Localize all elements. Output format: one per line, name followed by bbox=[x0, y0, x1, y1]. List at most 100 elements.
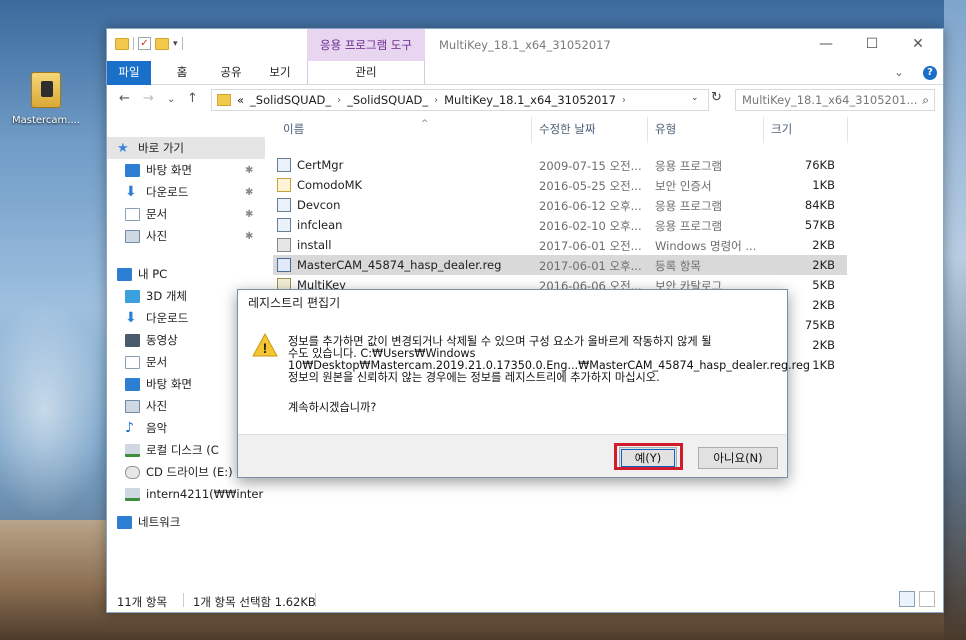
properties-icon[interactable]: ✓ bbox=[138, 37, 151, 50]
column-divider[interactable] bbox=[847, 117, 848, 143]
pin-icon[interactable]: ✱ bbox=[245, 209, 253, 220]
file-date: 2016-02-10 오후... bbox=[539, 219, 642, 233]
breadcrumb-item[interactable]: _SolidSQUAD_ bbox=[250, 93, 331, 107]
context-tab-app-tools[interactable]: 응용 프로그램 도구 bbox=[307, 29, 425, 61]
nav-item-label: 바탕 화면 bbox=[146, 377, 192, 391]
nav-item-label: 문서 bbox=[146, 207, 168, 221]
details-view-icon[interactable] bbox=[899, 591, 915, 607]
breadcrumb-separator[interactable]: › bbox=[337, 95, 341, 106]
tab-home[interactable]: 홈 bbox=[167, 61, 197, 85]
search-input[interactable]: MultiKey_18.1_x64_3105201... ⌕ bbox=[735, 89, 935, 111]
file-row-selected[interactable]: MasterCAM_45874_hasp_dealer.reg 2017-06-… bbox=[273, 255, 847, 275]
nav-item-label: 바로 가기 bbox=[138, 141, 184, 155]
breadcrumb-item[interactable]: MultiKey_18.1_x64_31052017 bbox=[444, 93, 616, 107]
tab-view[interactable]: 보기 bbox=[263, 61, 297, 85]
tab-share[interactable]: 공유 bbox=[211, 61, 251, 85]
dialog-footer: 예(Y) 아니요(N) bbox=[238, 434, 787, 477]
breadcrumb-separator[interactable]: › bbox=[434, 95, 438, 106]
forward-icon[interactable]: → bbox=[143, 91, 154, 106]
column-divider[interactable] bbox=[647, 117, 648, 143]
divider bbox=[133, 37, 134, 50]
divider bbox=[315, 593, 316, 607]
help-icon[interactable]: ? bbox=[923, 66, 937, 80]
document-icon bbox=[125, 355, 140, 369]
app-icon bbox=[277, 158, 291, 172]
selection-info: 1개 항목 선택함 1.62KB bbox=[193, 595, 316, 609]
nav-item-label: 네트워크 bbox=[138, 515, 181, 529]
file-row[interactable]: Devcon 2016-06-12 오후... 응용 프로그램 84KB bbox=[273, 195, 847, 215]
address-bar[interactable]: « _SolidSQUAD_ › _SolidSQUAD_ › MultiKey… bbox=[211, 89, 709, 111]
customize-toolbar-icon[interactable]: ▾ bbox=[173, 39, 178, 49]
desktop-background bbox=[0, 300, 110, 520]
large-icons-view-icon[interactable] bbox=[919, 591, 935, 607]
pin-icon[interactable]: ✱ bbox=[245, 231, 253, 242]
video-icon bbox=[125, 333, 140, 347]
breadcrumb-overflow[interactable]: « bbox=[237, 93, 244, 107]
column-header-date[interactable]: 수정한 날짜 bbox=[539, 121, 596, 137]
maximize-button[interactable]: ☐ bbox=[849, 29, 895, 61]
pin-icon[interactable]: ✱ bbox=[245, 187, 253, 198]
file-row[interactable]: infclean 2016-02-10 오후... 응용 프로그램 57KB bbox=[273, 215, 847, 235]
cube-icon bbox=[125, 289, 140, 303]
up-icon[interactable]: ↑ bbox=[187, 91, 198, 106]
registry-icon bbox=[277, 258, 291, 272]
pc-icon bbox=[117, 267, 132, 281]
file-row[interactable]: ComodoMK 2016-05-25 오전... 보안 인증서 1KB bbox=[273, 175, 847, 195]
minimize-button[interactable]: — bbox=[803, 29, 849, 61]
pictures-icon bbox=[125, 399, 140, 413]
desktop-edge bbox=[944, 0, 966, 640]
search-placeholder: MultiKey_18.1_x64_3105201... bbox=[742, 93, 918, 107]
file-name: MasterCAM_45874_hasp_dealer.reg bbox=[297, 258, 502, 272]
desktop-icon-mastercam[interactable]: Mastercam.... bbox=[6, 72, 86, 138]
nav-network[interactable]: 네트워크 bbox=[107, 511, 265, 533]
ribbon-tabs: 파일 홈 공유 보기 관리 ⌄ ? bbox=[107, 61, 943, 85]
tab-file[interactable]: 파일 bbox=[107, 61, 151, 85]
file-row[interactable]: CertMgr 2009-07-15 오전... 응용 프로그램 76KB bbox=[273, 155, 847, 175]
pin-icon[interactable]: ✱ bbox=[245, 165, 253, 176]
breadcrumb-separator[interactable]: › bbox=[622, 95, 626, 106]
nav-item-label: 3D 개체 bbox=[146, 289, 187, 303]
breadcrumb-item[interactable]: _SolidSQUAD_ bbox=[347, 93, 428, 107]
tab-manage[interactable]: 관리 bbox=[308, 61, 424, 85]
file-size: 76KB bbox=[804, 158, 835, 172]
file-row[interactable]: install 2017-06-01 오전... Windows 명령어 ...… bbox=[273, 235, 847, 255]
file-size: 84KB bbox=[804, 198, 835, 212]
column-header-size[interactable]: 크기 bbox=[771, 121, 792, 137]
file-name: install bbox=[297, 238, 332, 252]
refresh-icon[interactable]: ↻ bbox=[711, 90, 722, 105]
file-type: 응용 프로그램 bbox=[655, 199, 723, 213]
column-divider[interactable] bbox=[531, 117, 532, 143]
file-name: infclean bbox=[297, 218, 343, 232]
column-header-type[interactable]: 유형 bbox=[655, 121, 676, 137]
nav-downloads[interactable]: ⬇ 다운로드 ✱ bbox=[107, 181, 265, 203]
nav-quick-access[interactable]: ★ 바로 가기 bbox=[107, 137, 265, 159]
nav-network-drive[interactable]: intern4211(₩₩inter bbox=[107, 483, 265, 505]
star-icon: ★ bbox=[117, 140, 129, 156]
registry-editor-dialog: 레지스트리 편집기 ! 정보를 추가하면 값이 변경되거나 삭제될 수 있으며 … bbox=[237, 289, 810, 478]
back-icon[interactable]: ← bbox=[119, 91, 130, 106]
column-divider[interactable] bbox=[763, 117, 764, 143]
network-icon bbox=[117, 515, 132, 529]
nav-desktop[interactable]: 바탕 화면 ✱ bbox=[107, 159, 265, 181]
cd-drive-icon bbox=[125, 465, 140, 479]
no-button[interactable]: 아니요(N) bbox=[698, 447, 778, 469]
nav-pictures[interactable]: 사진 ✱ bbox=[107, 225, 265, 247]
new-folder-icon[interactable] bbox=[155, 37, 169, 50]
close-button[interactable]: ✕ bbox=[895, 29, 941, 61]
nav-item-label: 다운로드 bbox=[146, 185, 189, 199]
recent-locations-icon[interactable]: ⌄ bbox=[167, 94, 175, 105]
warning-glyph: ! bbox=[263, 340, 268, 356]
item-count: 11개 항목 bbox=[117, 595, 168, 609]
file-size: 2KB bbox=[812, 238, 835, 252]
ribbon-expand-icon[interactable]: ⌄ bbox=[891, 61, 907, 85]
nav-item-label: 바탕 화면 bbox=[146, 163, 192, 177]
desktop-icon bbox=[125, 163, 140, 177]
column-header-name[interactable]: 이름 ^ bbox=[283, 119, 429, 137]
pictures-icon bbox=[125, 229, 140, 243]
nav-this-pc[interactable]: 내 PC bbox=[107, 263, 265, 285]
file-type: 등록 항목 bbox=[655, 259, 701, 273]
address-dropdown-icon[interactable]: ⌄ bbox=[691, 93, 699, 103]
file-type: Windows 명령어 ... bbox=[655, 239, 757, 253]
search-icon: ⌕ bbox=[922, 93, 929, 107]
nav-documents[interactable]: 문서 ✱ bbox=[107, 203, 265, 225]
